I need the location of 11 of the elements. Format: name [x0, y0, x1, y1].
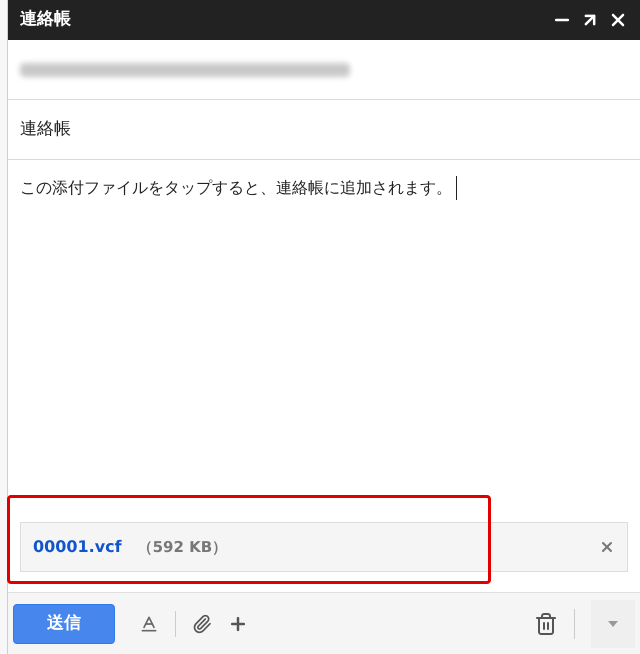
attachment-size: （592 KB） — [138, 536, 228, 558]
remove-icon[interactable] — [599, 539, 615, 555]
trash-icon[interactable] — [534, 612, 558, 636]
send-button[interactable]: 送信 — [13, 604, 115, 644]
dropdown-icon — [608, 620, 618, 626]
attachment-link[interactable]: 00001.vcf — [33, 535, 122, 559]
subject-field[interactable]: 連絡帳 — [20, 116, 71, 142]
paperclip-icon[interactable] — [192, 614, 212, 634]
message-body[interactable]: この添付ファイルをタップすると、連絡帳に追加されます。 — [20, 176, 457, 200]
formatting-icon[interactable] — [139, 614, 159, 634]
window-title: 連絡帳 — [20, 8, 72, 32]
